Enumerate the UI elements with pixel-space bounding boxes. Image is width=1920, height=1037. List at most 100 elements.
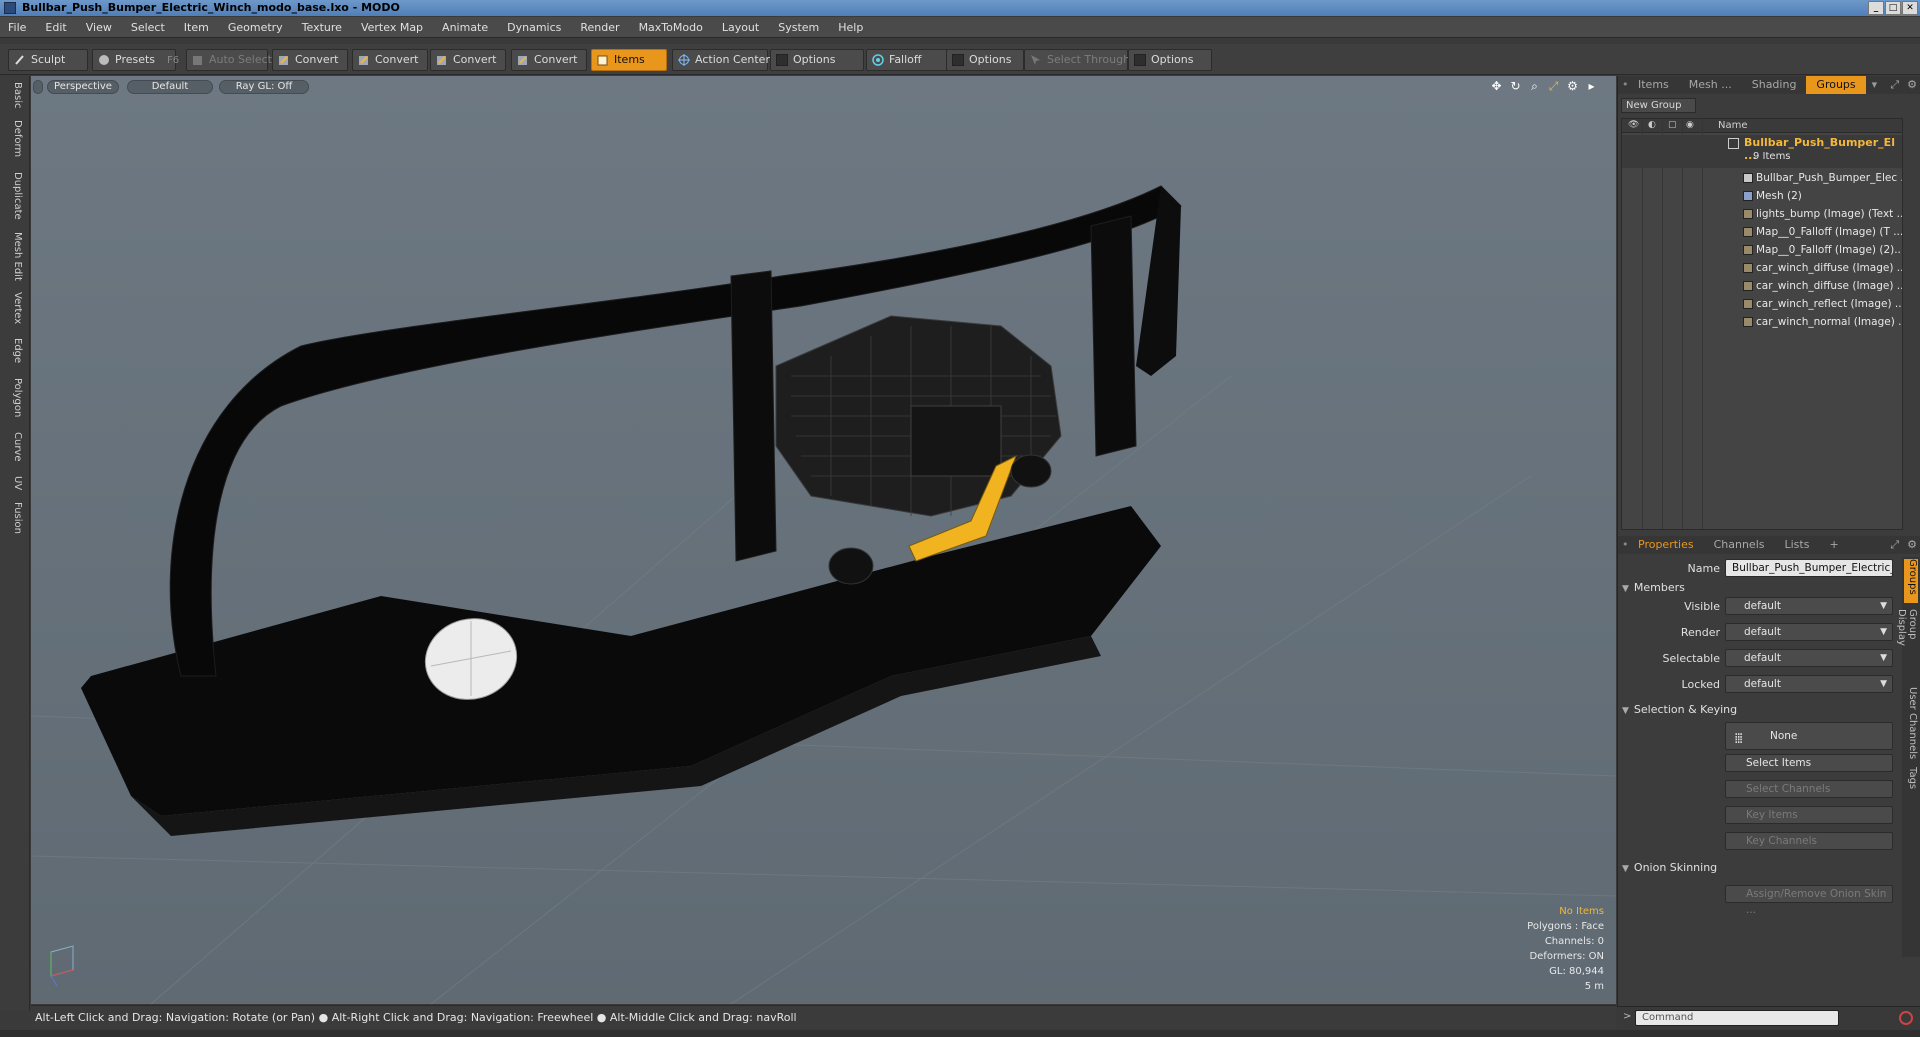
action-center-options-button[interactable]: Options <box>770 49 864 71</box>
name-column-header[interactable]: Name <box>1718 120 1748 131</box>
convert-button-1[interactable]: Convert <box>272 49 348 71</box>
menu-dynamics[interactable]: Dynamics <box>507 21 561 34</box>
tab-mesh-edit[interactable]: Mesh Edit <box>7 232 23 281</box>
visible-dropdown[interactable]: default ▼ <box>1725 597 1893 615</box>
group-member-row[interactable]: Mesh (2) <box>1622 187 1902 205</box>
key-items-button[interactable]: Key Items <box>1725 806 1893 824</box>
group-member-row[interactable]: lights_bump (Image) (Text ... <box>1622 205 1902 223</box>
tab-polygon[interactable]: Polygon <box>7 378 23 417</box>
record-macro-icon[interactable] <box>1899 1011 1913 1025</box>
panel-settings-icon[interactable]: ⚙ <box>1903 76 1920 94</box>
locked-dropdown[interactable]: default ▼ <box>1725 675 1893 693</box>
select-through-button[interactable]: Select Through <box>1024 49 1130 71</box>
menu-render[interactable]: Render <box>580 21 619 34</box>
select-items-button[interactable]: Select Items <box>1725 754 1893 772</box>
select-channels-button[interactable]: Select Channels <box>1725 780 1893 798</box>
group-member-row[interactable]: Bullbar_Push_Bumper_Elec ... <box>1622 169 1902 187</box>
presets-button[interactable]: Presets F6 <box>92 49 179 71</box>
tab-basic[interactable]: Basic <box>7 82 23 108</box>
expand-arrow-icon[interactable]: ▸ <box>1585 80 1598 93</box>
close-button[interactable]: ✕ <box>1902 1 1918 15</box>
tab-mesh[interactable]: Mesh ... <box>1679 76 1742 94</box>
action-center-button[interactable]: Action Center <box>672 49 770 71</box>
panel-menu-dot[interactable]: • <box>1618 536 1629 554</box>
menu-view[interactable]: View <box>86 21 112 34</box>
group-member-row[interactable]: car_winch_reflect (Image) ... <box>1622 295 1902 313</box>
3d-viewport[interactable]: Perspective Default Ray GL: Off ✥ ↻ ⌕ ⤢ … <box>31 76 1616 1004</box>
convert-button-2[interactable]: Convert <box>352 49 428 71</box>
settings-icon[interactable]: ⚙ <box>1566 80 1579 93</box>
lock-column-icon[interactable]: ▢ <box>1668 120 1677 130</box>
group-member-row[interactable]: car_winch_diffuse (Image) ... <box>1622 277 1902 295</box>
tab-properties[interactable]: Properties <box>1628 536 1704 554</box>
none-selection-button[interactable]: ⁞⁞⁞ None <box>1725 722 1893 750</box>
tab-duplicate[interactable]: Duplicate <box>7 172 23 220</box>
menu-system[interactable]: System <box>778 21 819 34</box>
menu-maxtomodo[interactable]: MaxToModo <box>639 21 703 34</box>
menu-texture[interactable]: Texture <box>302 21 342 34</box>
side-tab-groups[interactable]: Groups <box>1904 559 1918 603</box>
menu-help[interactable]: Help <box>838 21 863 34</box>
tab-groups[interactable]: Groups <box>1806 76 1866 94</box>
menu-layout[interactable]: Layout <box>722 21 759 34</box>
select-column-icon[interactable]: ◉ <box>1686 120 1694 130</box>
auto-select-button[interactable]: Auto Select <box>186 49 272 71</box>
assign-onion-skin-button[interactable]: Assign/Remove Onion Skin ... <box>1725 885 1893 916</box>
falloff-button[interactable]: Falloff <box>866 49 948 71</box>
members-section[interactable]: ▼ Members <box>1622 581 1685 594</box>
tabs-overflow-icon[interactable]: ▾ <box>1866 76 1884 94</box>
tab-uv[interactable]: UV <box>7 476 23 490</box>
menu-geometry[interactable]: Geometry <box>228 21 283 34</box>
tab-items[interactable]: Items <box>1628 76 1679 94</box>
group-row[interactable]: Bullbar_Push_Bumper_El ... 9 Items <box>1622 135 1902 168</box>
view-type-dropdown[interactable]: Perspective <box>47 80 119 94</box>
new-group-button[interactable]: New Group <box>1621 98 1696 113</box>
tab-edge[interactable]: Edge <box>7 338 23 363</box>
tab-channels[interactable]: Channels <box>1704 536 1775 554</box>
command-input[interactable]: Command <box>1635 1010 1839 1026</box>
tab-deform[interactable]: Deform <box>7 120 23 157</box>
select-through-options-button[interactable]: Options <box>1128 49 1212 71</box>
panel-menu-dot[interactable]: • <box>1618 76 1629 94</box>
render-dropdown[interactable]: default ▼ <box>1725 623 1893 641</box>
menu-edit[interactable]: Edit <box>45 21 66 34</box>
maximize-button[interactable]: □ <box>1885 1 1901 15</box>
items-mode-button[interactable]: Items <box>591 49 667 71</box>
tab-shading[interactable]: Shading <box>1742 76 1807 94</box>
move-view-icon[interactable]: ✥ <box>1490 80 1503 93</box>
menu-file[interactable]: File <box>8 21 26 34</box>
menu-item[interactable]: Item <box>184 21 209 34</box>
render-column-icon[interactable]: ◐ <box>1648 120 1656 130</box>
group-member-row[interactable]: car_winch_normal (Image) ... <box>1622 313 1902 331</box>
tab-fusion[interactable]: Fusion <box>7 502 23 534</box>
convert-button-3[interactable]: Convert <box>430 49 506 71</box>
add-tab-button[interactable]: + <box>1819 536 1848 554</box>
panel-expand-icon[interactable]: ⤢ <box>1886 536 1903 554</box>
selection-keying-section[interactable]: ▼ Selection & Keying <box>1622 703 1737 716</box>
panel-expand-icon[interactable]: ⤢ <box>1886 76 1903 94</box>
visibility-column-icon[interactable]: 👁 <box>1628 120 1639 130</box>
raygl-toggle[interactable]: Ray GL: Off <box>219 80 309 94</box>
shading-dropdown[interactable]: Default <box>127 80 213 94</box>
onion-skinning-section[interactable]: ▼ Onion Skinning <box>1622 861 1717 874</box>
group-member-row[interactable]: Map__0_Falloff (Image) (T ... <box>1622 223 1902 241</box>
tab-vertex[interactable]: Vertex <box>7 292 23 324</box>
side-tab-user-channels[interactable]: User Channels <box>1904 687 1918 761</box>
group-member-row[interactable]: car_winch_diffuse (Image) ... <box>1622 259 1902 277</box>
menu-animate[interactable]: Animate <box>442 21 488 34</box>
side-tab-group-display[interactable]: Group Display <box>1896 609 1918 679</box>
convert-button-4[interactable]: Convert <box>511 49 587 71</box>
zoom-view-icon[interactable]: ⌕ <box>1528 80 1541 93</box>
fit-view-icon[interactable]: ⤢ <box>1547 80 1560 93</box>
falloff-options-button[interactable]: Options <box>946 49 1024 71</box>
minimize-button[interactable]: _ <box>1868 1 1884 15</box>
tab-curve[interactable]: Curve <box>7 432 23 462</box>
key-channels-button[interactable]: Key Channels <box>1725 832 1893 850</box>
menu-select[interactable]: Select <box>131 21 165 34</box>
tab-lists[interactable]: Lists <box>1775 536 1820 554</box>
side-tab-tags[interactable]: Tags <box>1904 767 1918 797</box>
group-name-field[interactable]: Bullbar_Push_Bumper_Electric_W <box>1725 559 1893 577</box>
rotate-view-icon[interactable]: ↻ <box>1509 80 1522 93</box>
menu-vertex-map[interactable]: Vertex Map <box>361 21 423 34</box>
panel-settings-icon[interactable]: ⚙ <box>1903 536 1920 554</box>
